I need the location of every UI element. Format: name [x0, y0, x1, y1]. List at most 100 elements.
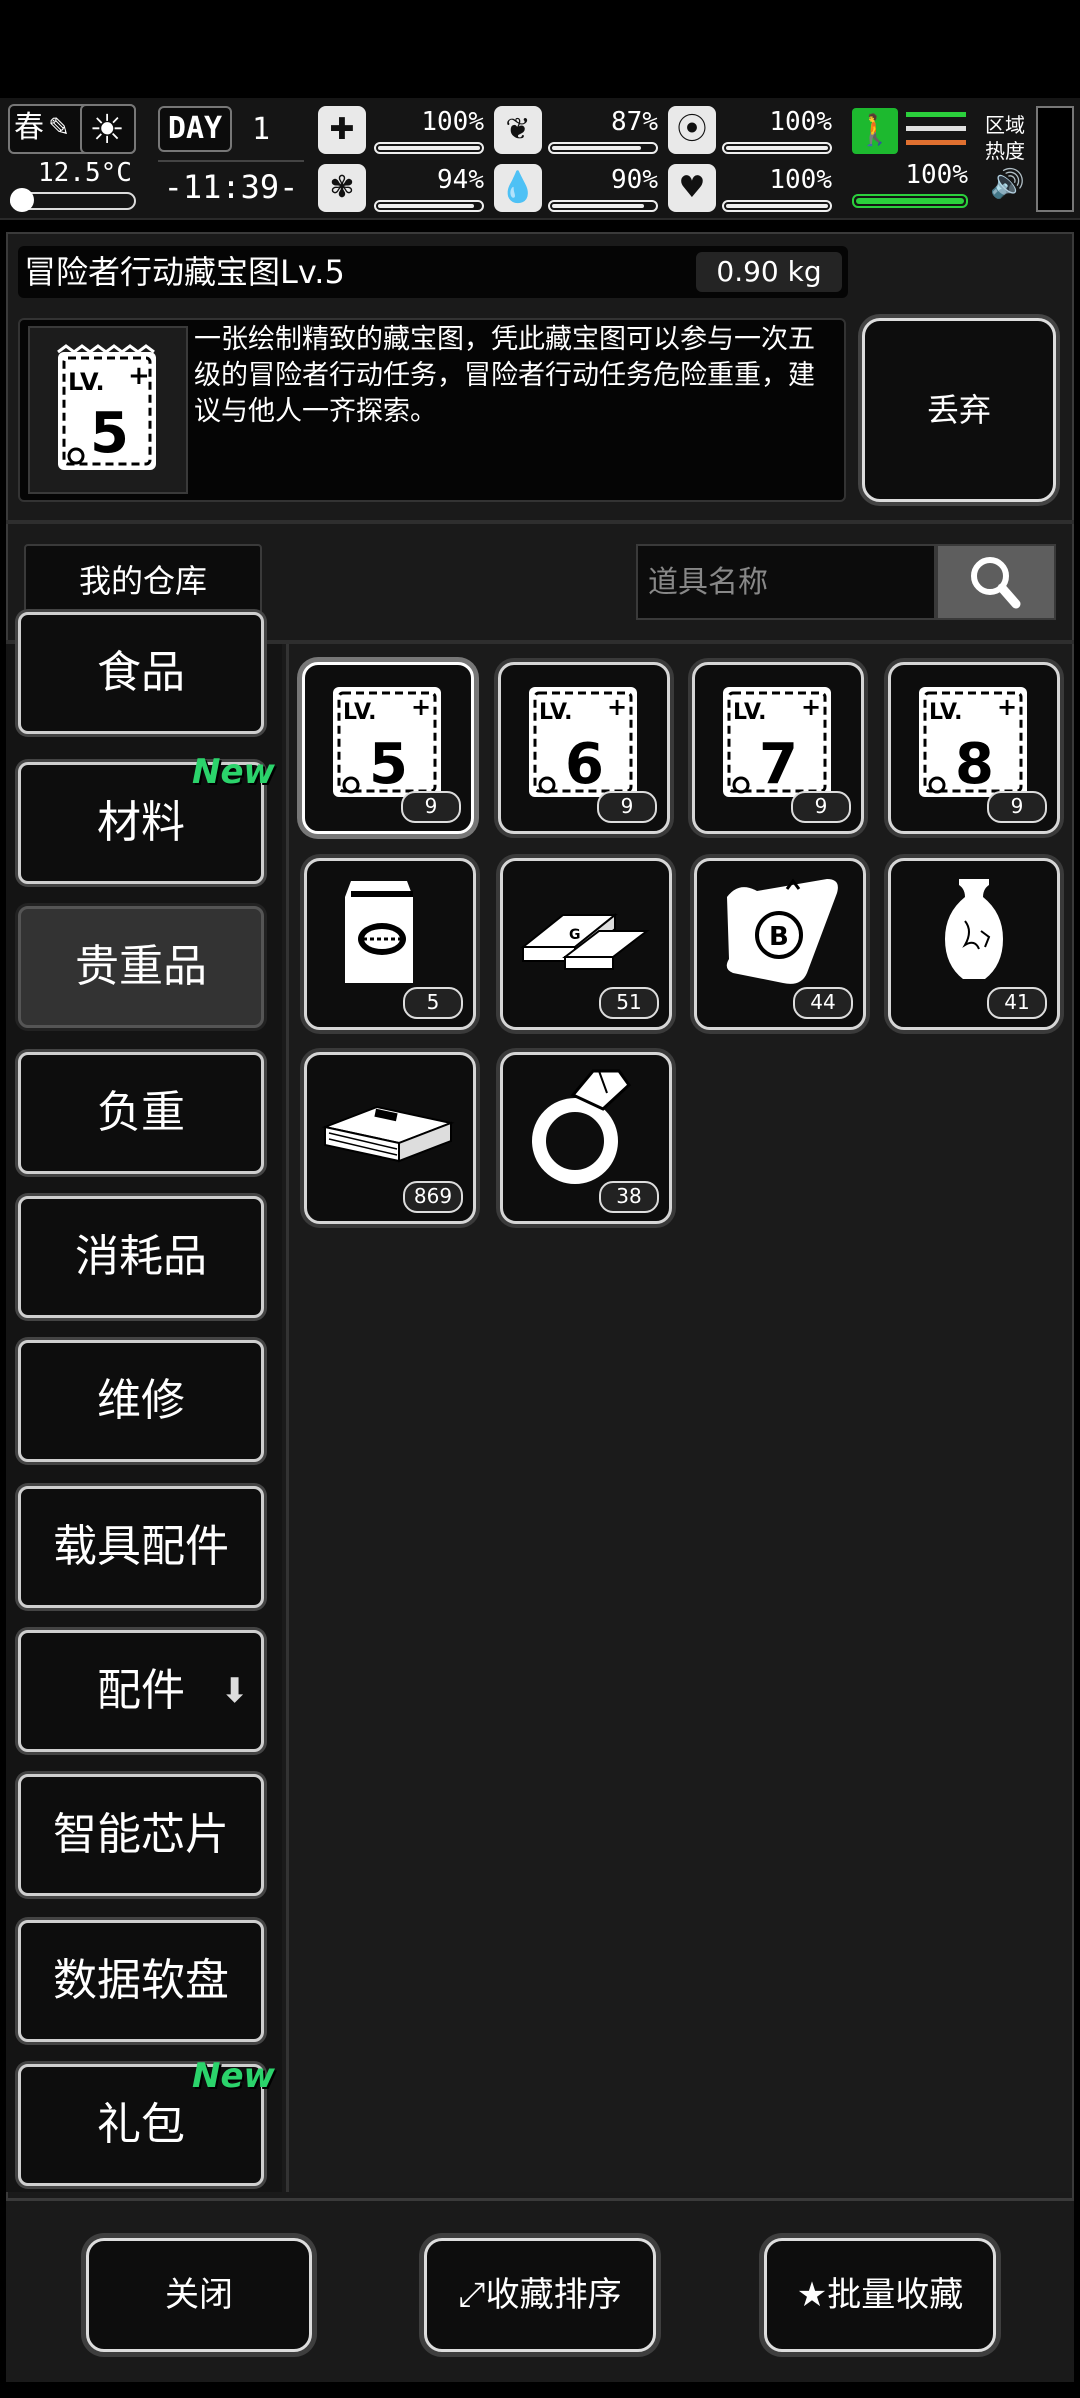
- stat-bar-fill: [378, 146, 480, 150]
- stamina-value: 100%: [905, 160, 968, 190]
- category-consumables[interactable]: 消耗品: [18, 1196, 264, 1318]
- swap-arrows-icon: ⤢: [458, 2275, 486, 2315]
- clock-time: -11:39-: [158, 160, 304, 212]
- day-number: 1: [251, 112, 271, 147]
- zone-heat-label: 区域热度: [985, 113, 1025, 163]
- stat-bar-fill: [552, 146, 641, 150]
- treasure-map-icon: LV. + 8: [919, 687, 1027, 797]
- stat-bar: [374, 142, 484, 154]
- category-label: 配件: [97, 1665, 185, 1716]
- bitcoin-scroll-icon: B: [726, 878, 838, 984]
- item-slot-coffee-bag[interactable]: 5: [304, 858, 476, 1030]
- day-label: DAY: [158, 106, 232, 152]
- item-count-badge: 44: [793, 987, 853, 1019]
- stat-value: 100%: [421, 107, 484, 137]
- category-food[interactable]: 食品: [18, 612, 264, 734]
- star-icon: ★: [796, 2275, 828, 2315]
- item-slot-map-lv7[interactable]: LV. + 7 9: [692, 662, 864, 834]
- stomach-icon: ❦: [494, 106, 542, 154]
- category-smart-chips[interactable]: 智能芯片: [18, 1774, 264, 1896]
- walking-icon: 🚶: [852, 108, 898, 154]
- category-label: 负重: [97, 1087, 185, 1138]
- map-level-number: 8: [955, 732, 994, 797]
- category-label: 食品: [97, 647, 185, 698]
- item-slot-map-lv5[interactable]: LV. + 5 9: [302, 662, 474, 834]
- item-slot-diamond-ring[interactable]: 38: [500, 1052, 672, 1224]
- water-drop-icon: 💧: [494, 164, 542, 212]
- speaker-icon[interactable]: 🔊: [990, 168, 1025, 200]
- leaf-icon: ✎: [48, 113, 70, 143]
- zone-heat-meter: [1036, 106, 1074, 212]
- map-lv-text: LV.: [68, 368, 105, 396]
- stat-bar: [374, 200, 484, 212]
- item-count-badge: 5: [403, 987, 463, 1019]
- map-lv-text: LV.: [343, 700, 377, 725]
- stamina-indicator-line: [906, 112, 966, 117]
- stat-value: 87%: [611, 107, 658, 137]
- item-name: 冒险者行动藏宝图Lv.5: [24, 253, 345, 291]
- sun-icon: ☀: [89, 107, 125, 153]
- treasure-map-icon: LV. + 6: [529, 687, 637, 797]
- brain-icon: ✾: [318, 164, 366, 212]
- category-data-disks[interactable]: 数据软盘: [18, 1920, 264, 2042]
- treasure-map-icon: LV. + 5: [57, 344, 156, 470]
- stat-bar-fill: [726, 146, 828, 150]
- item-description: 一张绘制精致的藏宝图，凭此藏宝图可以参与一次五级的冒险者行动任务，冒险者行动任务…: [194, 324, 815, 427]
- stat-bar: [548, 200, 658, 212]
- item-count-badge: 9: [401, 791, 461, 823]
- item-count-badge: 38: [599, 1181, 659, 1213]
- category-load[interactable]: 负重: [18, 1052, 264, 1174]
- svg-text:+: +: [801, 693, 821, 721]
- item-count-badge: 9: [597, 791, 657, 823]
- medkit-icon: ✚: [318, 106, 366, 154]
- svg-text:G: G: [569, 927, 581, 943]
- category-valuables[interactable]: 贵重品: [18, 906, 264, 1028]
- stat-bar: [548, 142, 658, 154]
- stat-value: 90%: [611, 165, 658, 195]
- treasure-map-icon: LV. + 5: [333, 687, 441, 797]
- item-count-badge: 41: [987, 987, 1047, 1019]
- category-label: 材料: [97, 797, 185, 848]
- search-button[interactable]: [936, 544, 1056, 620]
- sort-favorites-button[interactable]: ⤢收藏排序: [424, 2238, 656, 2352]
- category-vehicle-parts[interactable]: 载具配件: [18, 1486, 264, 1608]
- category-repair[interactable]: 维修: [18, 1340, 264, 1462]
- svg-text:+: +: [607, 693, 627, 721]
- treasure-map-icon: LV. + 7: [723, 687, 831, 797]
- category-label: 维修: [97, 1375, 185, 1426]
- item-slot-map-lv8[interactable]: LV. + 8 9: [888, 662, 1060, 834]
- map-level-number: 5: [90, 401, 129, 466]
- stat-value: 94%: [437, 165, 484, 195]
- category-accessories[interactable]: 配件 ⬇: [18, 1630, 264, 1752]
- temperature-readout: 12.5°C: [38, 158, 132, 188]
- close-button[interactable]: 关闭: [86, 2238, 312, 2352]
- diamond-ring-icon: [532, 1069, 631, 1184]
- item-slot-bitcoin-scroll[interactable]: B 44: [694, 858, 866, 1030]
- discard-button[interactable]: 丢弃: [862, 318, 1056, 502]
- stat-bar: [722, 200, 832, 212]
- stat-value: 100%: [769, 165, 832, 195]
- map-lv-text: LV.: [733, 700, 767, 725]
- svg-text:B: B: [769, 922, 789, 952]
- item-slot-cash-stack[interactable]: 869: [304, 1052, 476, 1224]
- item-slot-gold-bars[interactable]: G 51: [500, 858, 672, 1030]
- gold-bars-icon: G: [520, 912, 650, 970]
- cash-stack-icon: [321, 1105, 455, 1163]
- item-count-badge: 869: [403, 1181, 463, 1213]
- search-icon: [971, 557, 1021, 609]
- search-input[interactable]: [636, 544, 936, 620]
- category-label: 数据软盘: [53, 1955, 229, 2006]
- close-button-label: 关闭: [165, 2275, 233, 2315]
- divider: [6, 520, 1074, 524]
- season-label: 春: [14, 110, 44, 145]
- heart-icon: ♥: [668, 164, 716, 212]
- item-slot-vase[interactable]: 41: [888, 858, 1060, 1030]
- map-level-number: 7: [759, 732, 798, 797]
- batch-favorite-button[interactable]: ★批量收藏: [764, 2238, 996, 2352]
- svg-text:+: +: [997, 693, 1017, 721]
- category-label: 礼包: [97, 2099, 185, 2150]
- lungs-icon: ⦿: [668, 106, 716, 154]
- stat-value: 100%: [769, 107, 832, 137]
- my-warehouse-button[interactable]: 我的仓库: [24, 544, 262, 618]
- item-slot-map-lv6[interactable]: LV. + 6 9: [498, 662, 670, 834]
